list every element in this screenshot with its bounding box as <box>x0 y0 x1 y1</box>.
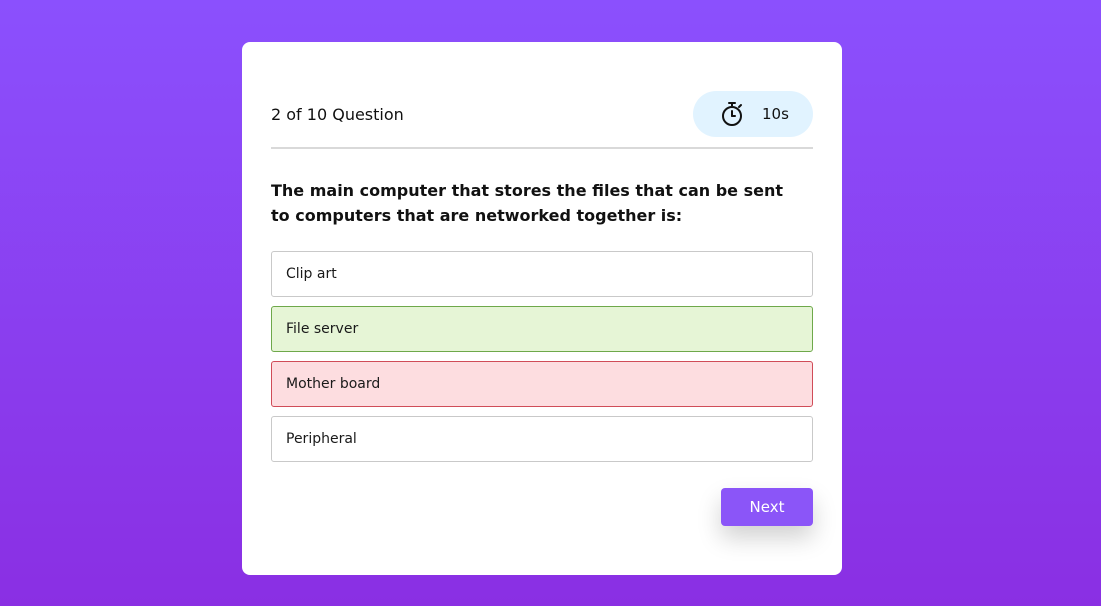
answer-option[interactable]: File server <box>271 306 813 352</box>
timer-pill: 10s <box>693 91 813 137</box>
quiz-card: 2 of 10 Question 10s The main computer t… <box>242 42 842 575</box>
answer-option[interactable]: Clip art <box>271 251 813 297</box>
answer-option[interactable]: Peripheral <box>271 416 813 462</box>
next-button[interactable]: Next <box>721 488 813 526</box>
question-counter: 2 of 10 Question <box>271 104 404 124</box>
quiz-header: 2 of 10 Question 10s <box>271 91 813 137</box>
stopwatch-icon <box>720 101 744 127</box>
answer-options: Clip art File server Mother board Periph… <box>271 251 813 462</box>
timer-value: 10s <box>762 105 789 123</box>
question-text: The main computer that stores the files … <box>271 181 783 225</box>
header-divider <box>271 147 813 149</box>
answer-option[interactable]: Mother board <box>271 361 813 407</box>
